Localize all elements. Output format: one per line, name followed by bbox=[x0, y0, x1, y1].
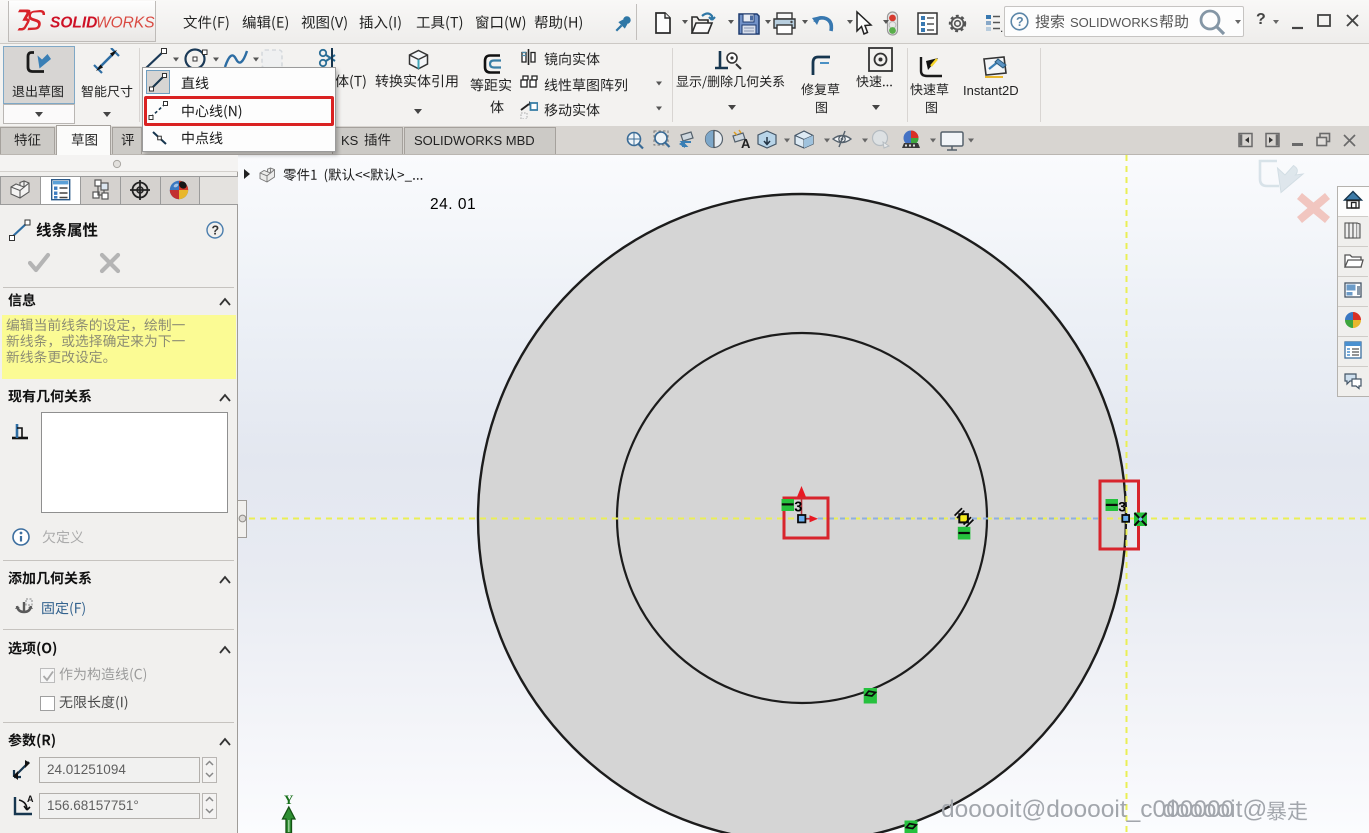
svg-text:WORKS: WORKS bbox=[96, 15, 155, 32]
svg-text:SOLID: SOLID bbox=[50, 15, 97, 32]
svg-text:A: A bbox=[27, 794, 34, 804]
svg-text:?: ? bbox=[1016, 15, 1024, 29]
svg-text:A: A bbox=[741, 136, 751, 151]
svg-text:?: ? bbox=[212, 224, 220, 238]
